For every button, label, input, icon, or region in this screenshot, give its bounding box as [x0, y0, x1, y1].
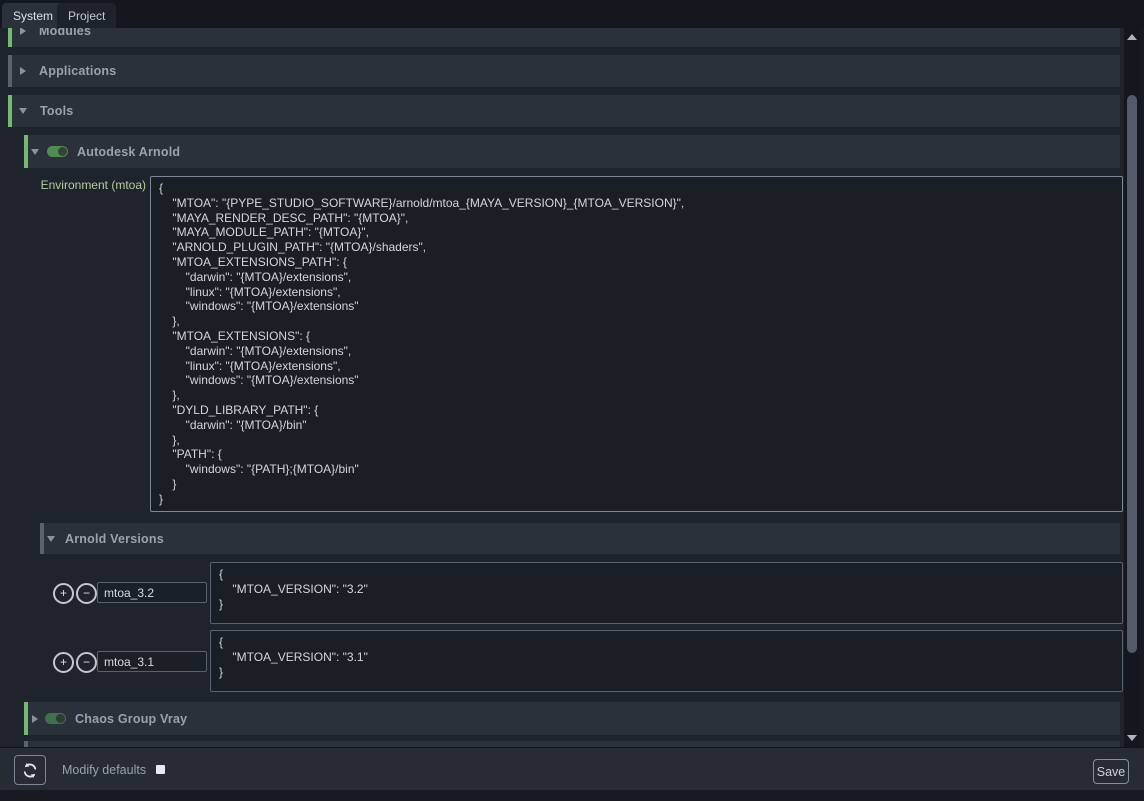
section-header-arnold-versions[interactable]: Arnold Versions [40, 523, 1120, 554]
add-version-button[interactable]: + [53, 583, 74, 604]
tools-accent-bar [8, 95, 12, 127]
section-header-applications[interactable]: Applications [8, 55, 1120, 87]
chevron-right-icon[interactable] [20, 28, 26, 35]
minus-icon: − [83, 586, 90, 601]
section-header-autodesk-arnold[interactable]: Autodesk Arnold [24, 135, 1120, 168]
arnold-accent-bar [24, 135, 28, 168]
chevron-down-icon[interactable] [31, 149, 39, 155]
tab-project-label: Project [68, 9, 105, 23]
section-header-modules[interactable]: Modules [8, 28, 1120, 47]
chevron-down-icon[interactable] [19, 108, 27, 114]
section-label-applications: Applications [39, 64, 116, 78]
add-version-button[interactable]: + [53, 652, 74, 673]
refresh-button[interactable] [14, 755, 46, 785]
modify-defaults-checkbox[interactable] [156, 765, 165, 774]
scroll-up-button[interactable] [1124, 30, 1140, 44]
arrow-down-icon [1127, 735, 1137, 741]
refresh-icon [21, 762, 39, 779]
environment-mtoa-label: Environment (mtoa) [26, 178, 146, 192]
section-header-tools[interactable]: Tools [8, 95, 1120, 127]
settings-panel: Modules Applications Tools Au [0, 28, 1124, 747]
modify-defaults-label: Modify defaults [62, 763, 146, 777]
arnold-versions-accent-bar [40, 523, 44, 554]
version-env-editor[interactable]: { "MTOA_VERSION": "3.1" } [210, 630, 1123, 692]
scroll-down-button[interactable] [1124, 731, 1140, 745]
vertical-scrollbar[interactable] [1124, 28, 1140, 747]
applications-accent-bar [8, 55, 12, 87]
arrow-up-icon [1127, 34, 1137, 40]
arnold-enabled-toggle[interactable] [47, 146, 68, 157]
remove-version-button[interactable]: − [76, 583, 97, 604]
modules-accent-bar [8, 28, 12, 47]
section-label-modules: Modules [39, 28, 91, 38]
scrollbar-thumb[interactable] [1127, 95, 1137, 653]
version-env-editor[interactable]: { "MTOA_VERSION": "3.2" } [210, 562, 1123, 624]
version-name-input[interactable] [97, 582, 207, 603]
tab-project[interactable]: Project [57, 3, 116, 28]
footer-bar: Modify defaults Save [0, 747, 1144, 790]
settings-window: System Project Modules Applications [0, 0, 1144, 801]
chevron-right-icon[interactable] [20, 67, 26, 75]
save-button[interactable]: Save [1093, 759, 1129, 784]
section-header-chaos-group-vray[interactable]: Chaos Group Vray [24, 702, 1120, 735]
chevron-right-icon[interactable] [32, 715, 38, 723]
toggle-knob [58, 147, 67, 156]
tab-system-label: System [13, 9, 53, 23]
version-name-input[interactable] [97, 651, 207, 672]
toggle-knob [56, 714, 65, 723]
section-label-arnold-versions: Arnold Versions [65, 532, 164, 546]
section-label-chaos-group-vray: Chaos Group Vray [75, 712, 187, 726]
section-label-tools: Tools [40, 104, 73, 118]
minus-icon: − [83, 655, 90, 670]
modify-defaults-group: Modify defaults [62, 748, 165, 791]
environment-mtoa-editor[interactable]: { "MTOA": "{PYPE_STUDIO_SOFTWARE}/arnold… [150, 176, 1123, 512]
plus-icon: + [60, 586, 67, 601]
chevron-down-icon[interactable] [47, 536, 55, 542]
section-label-autodesk-arnold: Autodesk Arnold [77, 145, 180, 159]
plus-icon: + [60, 655, 67, 670]
tab-bar: System Project [0, 0, 1144, 28]
tab-system[interactable]: System [2, 3, 64, 28]
vray-enabled-toggle[interactable] [45, 713, 66, 724]
vray-accent-bar [24, 702, 28, 735]
remove-version-button[interactable]: − [76, 652, 97, 673]
